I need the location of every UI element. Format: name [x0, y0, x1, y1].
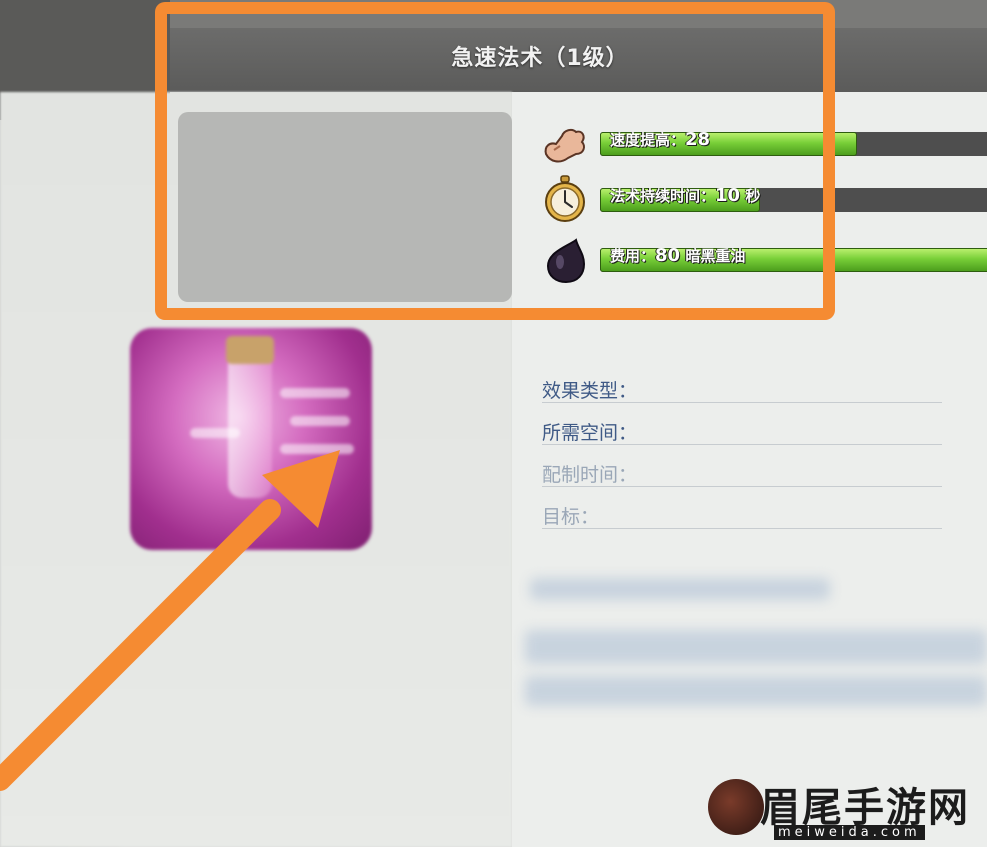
stat-unit: 秒 [745, 187, 761, 205]
dark-elixir-drop-icon [546, 238, 586, 284]
blurred-description [525, 676, 987, 706]
info-brew-time: 配制时间： [542, 460, 942, 487]
potion-cork [226, 336, 274, 364]
muscle-arm-icon [544, 128, 585, 163]
watermark: 眉尾手游网 meiweida.com [700, 775, 987, 847]
title-bar-top [170, 0, 987, 28]
stat-label: 速度提高：28 [610, 129, 710, 150]
info-housing-space: 所需空间： [542, 418, 942, 445]
stat-value: 10 [715, 185, 741, 206]
info-label: 目标： [542, 506, 600, 528]
speed-streak [280, 388, 350, 398]
blurred-description [525, 630, 987, 664]
speed-streak [190, 428, 240, 438]
stat-label: 费用：80 暗黑重油 [610, 245, 745, 266]
pointer-arrow-icon [0, 450, 340, 791]
info-label: 配制时间： [542, 464, 638, 486]
info-effect-type: 效果类型： [542, 376, 942, 403]
stat-label-text: 法术持续时间： [610, 187, 716, 205]
info-label: 所需空间： [542, 422, 638, 444]
stat-label: 法术持续时间：10 秒 [610, 185, 760, 206]
blurred-description [530, 578, 830, 600]
speed-streak [290, 416, 350, 426]
info-label: 效果类型： [542, 380, 638, 402]
watermark-logo-icon [708, 779, 764, 835]
watermark-domain: meiweida.com [774, 825, 925, 840]
stat-value: 80 [655, 245, 681, 266]
stopwatch-icon [545, 175, 585, 222]
stat-label-text: 速度提高： [610, 131, 686, 149]
page-title: 急速法术（1级） [451, 46, 629, 71]
stat-unit: 暗黑重油 [685, 247, 746, 265]
stat-value: 28 [685, 129, 711, 150]
unit-preview-area [178, 112, 512, 302]
stat-row-cost: 费用：80 暗黑重油 [540, 234, 987, 284]
stat-label-text: 费用： [610, 247, 656, 265]
stat-row-duration: 法术持续时间：10 秒 [540, 174, 987, 222]
info-target: 目标： [542, 502, 942, 529]
stat-row-speed: 速度提高：28 [540, 118, 987, 163]
